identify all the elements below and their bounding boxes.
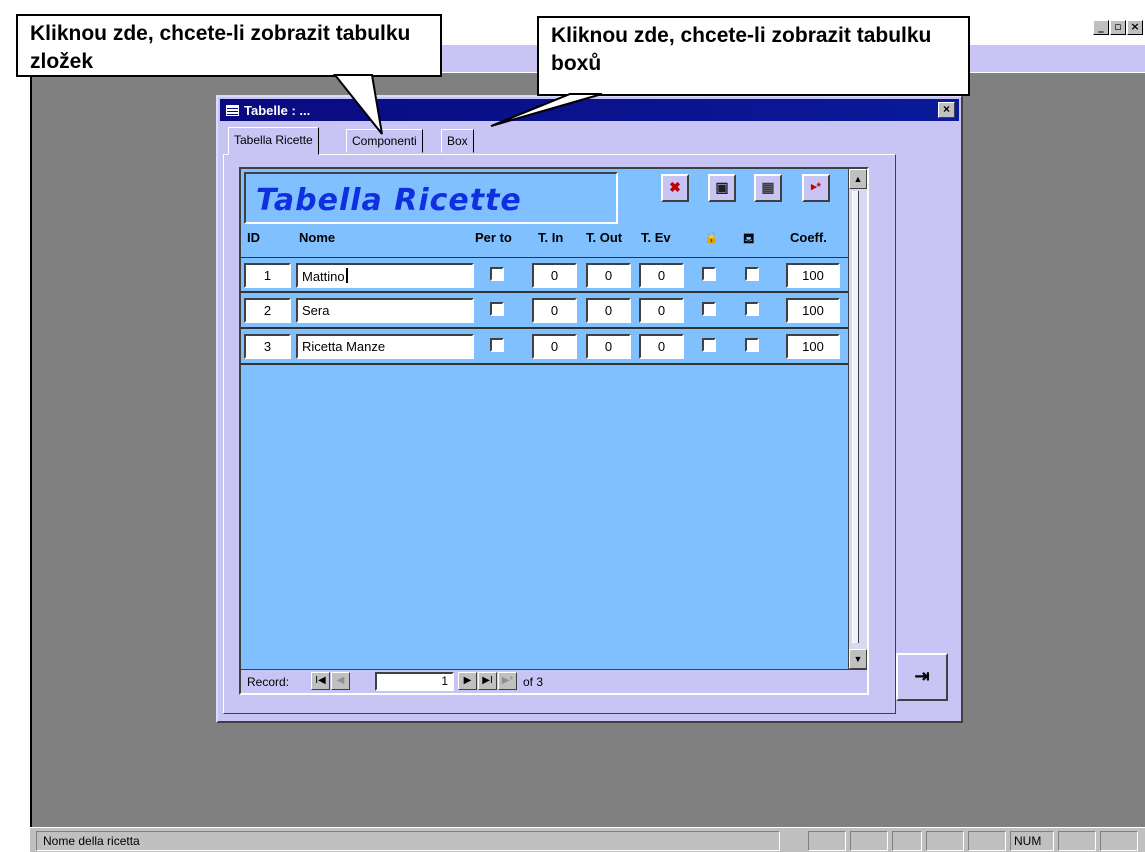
delete-record-button[interactable]: ✖: [661, 174, 689, 202]
lock-checkbox[interactable]: [702, 267, 716, 281]
record-navigation-bar: Record: I◀ ◀ 1 ▶ ▶I ▶* of 3: [241, 669, 867, 693]
window-controls: _ ▫ ×: [1093, 20, 1143, 35]
col-header-t-ev: T. Ev: [641, 230, 671, 245]
exit-door-icon: ⇥: [914, 666, 930, 686]
nome-value: Mattino: [302, 269, 345, 284]
calculator-icon: ▦: [761, 179, 775, 195]
t-out-field[interactable]: 0: [586, 298, 631, 323]
lock-checkbox[interactable]: [702, 302, 716, 316]
col-header-t-out: T. Out: [586, 230, 623, 245]
t-ev-field[interactable]: 0: [639, 334, 684, 359]
calculator-button[interactable]: ▦: [754, 174, 782, 202]
nome-field[interactable]: Sera: [296, 298, 474, 323]
nome-field[interactable]: Ricetta Manze: [296, 334, 474, 359]
nome-field[interactable]: Mattino: [296, 263, 474, 288]
vertical-scrollbar[interactable]: ▲ ▼: [848, 169, 867, 669]
new-record-icon: ▸*: [811, 181, 821, 193]
status-pane: [1058, 831, 1096, 851]
callout-components: Kliknou zde, chcete-li zobrazit tabulku …: [16, 14, 442, 77]
lock-checkbox[interactable]: [702, 338, 716, 352]
per-to-checkbox[interactable]: [490, 267, 504, 281]
records-list: 1 Mattino 0 0 0 100 2 Sera 0 0 0 100 3 R…: [241, 257, 848, 365]
last-record-button[interactable]: ▶I: [478, 672, 497, 690]
minimize-button[interactable]: _: [1093, 20, 1109, 35]
lock-icon: 🔒: [704, 230, 719, 244]
id-field[interactable]: 1: [244, 263, 291, 288]
sort-checkbox[interactable]: [745, 267, 759, 281]
close-app-button[interactable]: ×: [1127, 20, 1143, 35]
status-pane: [926, 831, 964, 851]
col-header-per-to: Per to: [475, 230, 512, 245]
sort-checkbox[interactable]: [745, 338, 759, 352]
recipes-subform: Tabella Ricette ✖ ▣ ▦ ▸* ID Nome Per to …: [239, 167, 869, 695]
col-header-t-in: T. In: [538, 230, 564, 245]
status-pane: [1100, 831, 1138, 851]
form-title: Tabelle : ...: [244, 102, 311, 118]
tab-box[interactable]: Box: [441, 129, 474, 153]
t-ev-field[interactable]: 0: [639, 263, 684, 288]
t-in-field[interactable]: 0: [532, 334, 577, 359]
table-row: 3 Ricetta Manze 0 0 0 100: [241, 329, 848, 365]
tab-tabella-ricette[interactable]: Tabella Ricette: [228, 127, 319, 155]
next-record-button[interactable]: ▶: [458, 672, 477, 690]
t-out-field[interactable]: 0: [586, 263, 631, 288]
record-count: of 3: [523, 675, 544, 689]
first-record-button[interactable]: I◀: [311, 672, 330, 690]
subform-title: Tabella Ricette: [256, 183, 522, 218]
t-in-field[interactable]: 0: [532, 298, 577, 323]
status-pane: [808, 831, 846, 851]
coeff-field[interactable]: 100: [786, 334, 840, 359]
form-window: Tabelle : ... × Tabella Ricette Componen…: [216, 95, 963, 723]
new-record-button[interactable]: ▸*: [802, 174, 830, 202]
table-row: 1 Mattino 0 0 0 100: [241, 257, 848, 293]
table-row: 2 Sera 0 0 0 100: [241, 293, 848, 329]
sort-icon: ⛾: [743, 230, 755, 246]
status-pane: [850, 831, 888, 851]
prev-record-button[interactable]: ◀: [331, 672, 350, 690]
status-pane: [892, 831, 922, 851]
status-pane: [968, 831, 1006, 851]
col-header-nome: Nome: [299, 230, 336, 245]
save-record-button[interactable]: ▣: [708, 174, 736, 202]
save-icon: ▣: [715, 179, 729, 195]
new-record-nav-button[interactable]: ▶*: [498, 672, 517, 690]
coeff-field[interactable]: 100: [786, 298, 840, 323]
scroll-down-button[interactable]: ▼: [849, 649, 867, 669]
restore-button[interactable]: ▫: [1110, 20, 1126, 35]
exit-button[interactable]: ⇥: [896, 653, 948, 701]
col-header-id: ID: [247, 230, 260, 245]
subform-header: Tabella Ricette ✖ ▣ ▦ ▸* ID Nome Per to …: [241, 169, 848, 257]
sort-checkbox[interactable]: [745, 302, 759, 316]
coeff-field[interactable]: 100: [786, 263, 840, 288]
col-header-coeff: Coeff.: [790, 230, 827, 245]
t-out-field[interactable]: 0: [586, 334, 631, 359]
text-cursor: [345, 268, 348, 283]
status-bar: Nome della ricetta NUM: [30, 827, 1145, 852]
form-icon: [226, 104, 239, 116]
subform-title-box: Tabella Ricette: [244, 172, 618, 224]
form-close-button[interactable]: ×: [938, 102, 955, 118]
id-field[interactable]: 3: [244, 334, 291, 359]
t-ev-field[interactable]: 0: [639, 298, 684, 323]
num-lock-indicator: NUM: [1010, 831, 1054, 851]
delete-icon: ✖: [669, 179, 681, 195]
record-label: Record:: [247, 675, 290, 689]
per-to-checkbox[interactable]: [490, 338, 504, 352]
callout-box: Kliknou zde, chcete-li zobrazit tabulku …: [537, 16, 970, 96]
id-field[interactable]: 2: [244, 298, 291, 323]
form-titlebar[interactable]: Tabelle : ... ×: [220, 99, 959, 121]
scroll-track[interactable]: [852, 191, 859, 643]
t-in-field[interactable]: 0: [532, 263, 577, 288]
scroll-up-button[interactable]: ▲: [849, 169, 867, 189]
current-record-field[interactable]: 1: [375, 672, 454, 691]
status-message: Nome della ricetta: [36, 831, 780, 851]
per-to-checkbox[interactable]: [490, 302, 504, 316]
tab-componenti[interactable]: Componenti: [346, 129, 423, 153]
